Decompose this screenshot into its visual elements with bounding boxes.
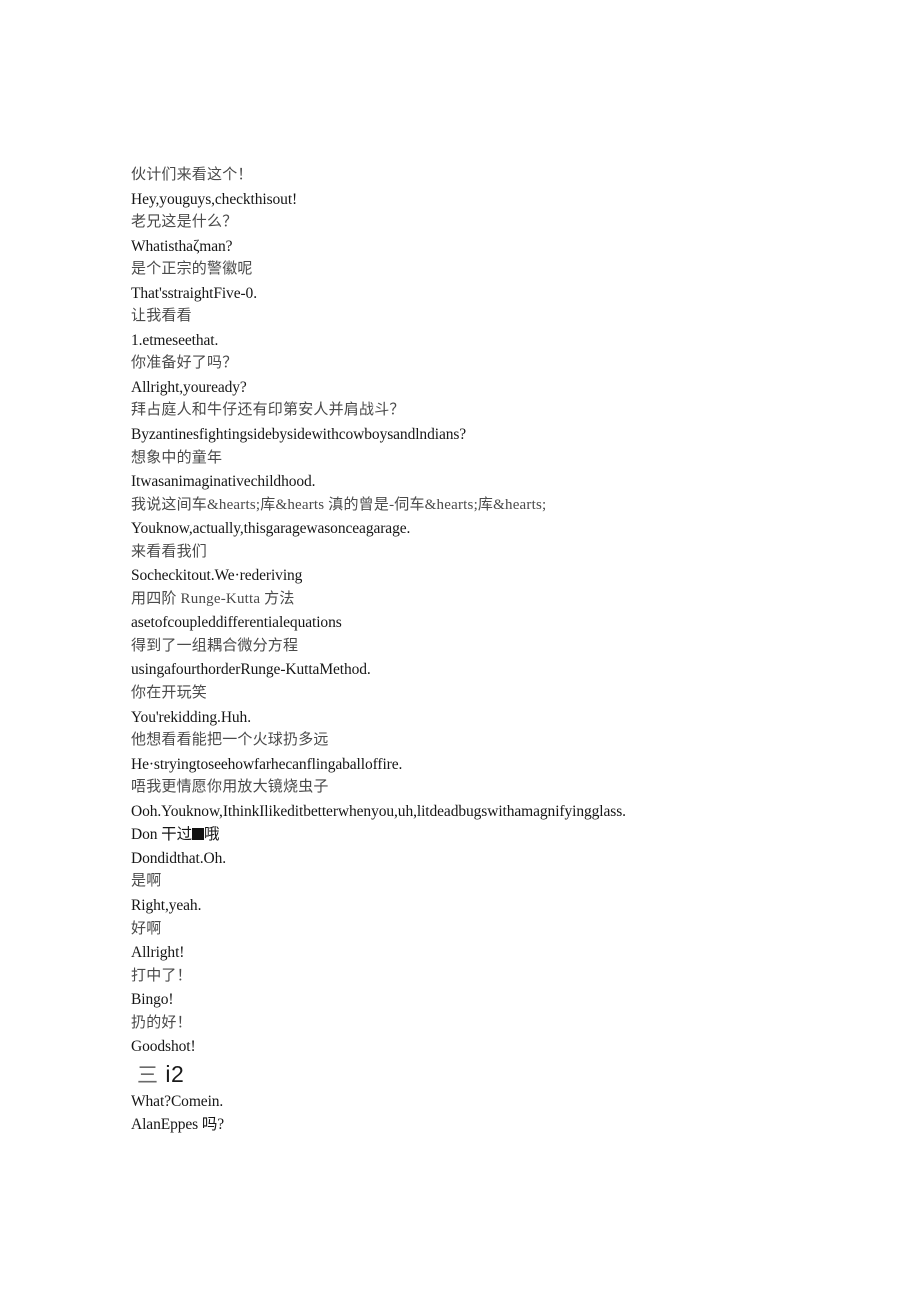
subtitle-line-english: Hey,youguys,checkthisout! xyxy=(131,190,298,208)
subtitle-line-chinese: 伙计们来看这个！ xyxy=(131,167,253,183)
section-heading-label: i2 xyxy=(158,1060,185,1087)
subtitle-line-with-missing-glyph: Don 干过哦 xyxy=(131,823,891,847)
subtitle-line-english: He·stryingtoseehowfarhecanflingaballoffi… xyxy=(131,755,403,773)
subtitle-line-chinese: 扔的好！ xyxy=(131,1014,192,1031)
subtitle-line-english: AlanEppes 吗? xyxy=(131,1116,225,1134)
document-page: 伙计们来看这个！ Hey,youguys,checkthisout! 老兄这是什么？… xyxy=(0,0,920,1301)
missing-glyph-box-icon xyxy=(191,828,204,841)
subtitle-line-chinese: 得到了一组耦合微分方程 xyxy=(131,637,299,654)
subtitle-line-english: Goodshot! xyxy=(131,1038,196,1056)
subtitle-line-english: Socheckitout.We·rederiving xyxy=(131,567,303,585)
subtitle-line-english: Bingo! xyxy=(131,991,174,1009)
subtitle-line-english: Dondidthat.Oh. xyxy=(131,849,227,867)
subtitle-line-chinese: 你准备好了吗？ xyxy=(131,355,238,372)
subtitle-line-english: Byzantinesfightingsidebysidewithcowboysa… xyxy=(131,426,467,444)
subtitle-line-chinese: 是个正宗的警徽呢 xyxy=(131,261,253,278)
subtitle-line-english: 1.etmeseethat. xyxy=(131,331,219,349)
subtitle-line-english: Youknow,actually,thisgaragewasonceagarag… xyxy=(131,520,411,538)
subtitle-line-english: Itwasanimaginativechildhood. xyxy=(131,473,316,491)
subtitle-line-english: You'rekidding.Huh. xyxy=(131,708,251,726)
subtitle-line-english: asetofcoupleddifferentialequations xyxy=(131,614,342,632)
subtitle-line-chinese: 你在开玩笑 xyxy=(131,685,208,702)
subtitle-line-chinese: 用四阶 Runge-Kutta 方法 xyxy=(131,590,295,607)
subtitle-line-chinese: 唔我更情愿你用放大镜烧虫子 xyxy=(131,779,329,796)
subtitle-line-chinese: 老兄这是什么？ xyxy=(131,214,238,231)
sanheng-glyph: 三 xyxy=(137,1062,159,1087)
subtitle-line-chinese: 是啊 xyxy=(131,873,162,890)
section-heading: 三 i2 xyxy=(131,1059,891,1090)
subtitle-line-english: Ooh.Youknow,IthinkIlikeditbetterwhenyou,… xyxy=(131,802,626,820)
subtitle-line-english: That'sstraightFive-0. xyxy=(131,284,257,302)
subtitle-line-chinese: 来看看我们 xyxy=(131,543,208,560)
subtitle-line-english: Allright,youready? xyxy=(131,378,247,396)
subtitle-text-after-glyph: 哦 xyxy=(203,826,220,844)
subtitle-line-english: Whatisthaζman? xyxy=(131,237,233,255)
transcript-body: 伙计们来看这个！ Hey,youguys,checkthisout! 老兄这是什么？… xyxy=(131,164,891,1137)
subtitle-line-chinese: 想象中的童年 xyxy=(131,449,223,466)
subtitle-text-before-glyph: Don 干过 xyxy=(131,826,192,844)
subtitle-line-english: Right,yeah. xyxy=(131,896,202,914)
subtitle-line-english: usingafourthorderRunge-KuttaMethod. xyxy=(131,661,371,679)
subtitle-line-english: What?Comein. xyxy=(131,1092,224,1110)
subtitle-line-chinese: 我说这间车&hearts;库&hearts 滇的曾是-伺车&hearts;库&h… xyxy=(131,496,547,513)
subtitle-line-chinese: 让我看看 xyxy=(131,308,192,325)
subtitle-line-chinese: 拜占庭人和牛仔还有印第安人并肩战斗？ xyxy=(131,402,405,419)
subtitle-line-chinese: 他想看看能把一个火球扔多远 xyxy=(131,732,329,749)
subtitle-line-chinese: 打中了！ xyxy=(131,967,192,984)
subtitle-line-chinese: 好啊 xyxy=(131,920,162,937)
subtitle-line-english: Allright! xyxy=(131,944,185,962)
